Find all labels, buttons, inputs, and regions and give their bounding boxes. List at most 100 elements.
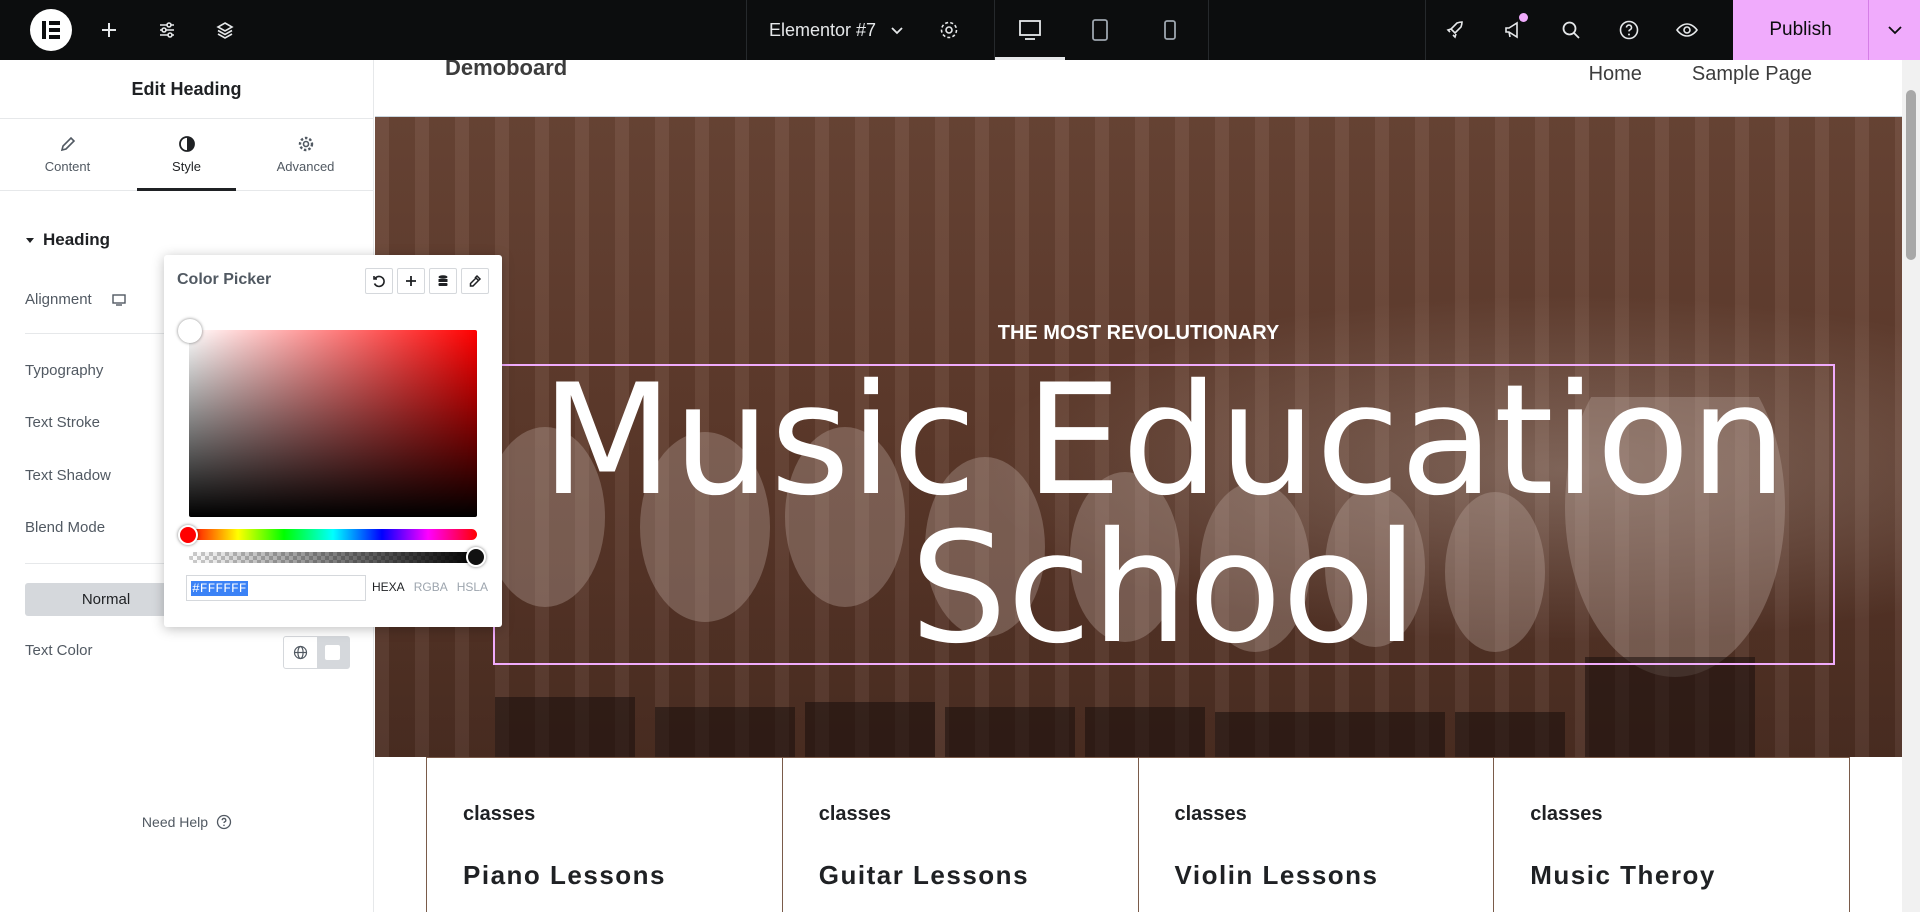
pencil-icon: [60, 136, 75, 152]
database-icon: [438, 275, 448, 286]
card-kicker: classes: [1174, 803, 1247, 825]
sliders-icon: [160, 22, 174, 38]
plus-icon: [102, 23, 116, 37]
tab-content-label: Content: [44, 159, 91, 174]
add-element-button[interactable]: [80, 0, 138, 60]
class-cards: classes Piano Lessons classes Guitar Les…: [426, 757, 1850, 912]
elementor-logo-icon: [42, 21, 60, 39]
canvas-scrollbar[interactable]: [1902, 60, 1920, 912]
saturation-area[interactable]: [189, 330, 477, 517]
tab-style-label: Style: [172, 159, 201, 174]
typography-label[interactable]: Typography: [25, 362, 103, 379]
section-heading-toggle[interactable]: Heading: [25, 230, 110, 250]
panel-tabs: Content Style Advanced: [0, 119, 373, 191]
alpha-handle[interactable]: [466, 547, 486, 567]
editor-topbar: Elementor #7: [0, 0, 1920, 60]
notification-dot: [1519, 13, 1529, 22]
text-color-control: [283, 636, 350, 669]
rocket-icon: [1446, 21, 1463, 39]
tablet-icon: [1092, 19, 1108, 41]
text-color-label: Text Color: [25, 642, 93, 659]
text-stroke-label[interactable]: Text Stroke: [25, 414, 100, 431]
caret-down-icon: [26, 238, 34, 243]
divider: [1208, 0, 1210, 60]
notifications-button[interactable]: [1484, 0, 1542, 60]
help-icon: [1619, 20, 1639, 40]
hero-heading-line-1: Music Education: [541, 352, 1787, 530]
class-card[interactable]: classes Music Theroy: [1493, 757, 1850, 912]
hero-heading[interactable]: Music Education School: [493, 352, 1835, 666]
chevron-down-icon: [891, 27, 903, 35]
document-title-dropdown[interactable]: Elementor #7: [747, 0, 924, 60]
card-kicker: classes: [463, 803, 536, 825]
undo-icon: [373, 275, 385, 288]
nav-link-sample-page[interactable]: Sample Page: [1692, 60, 1812, 88]
preview-button[interactable]: [1658, 0, 1716, 60]
eye-icon: [1676, 23, 1699, 37]
mobile-view-button[interactable]: [1135, 0, 1205, 60]
card-kicker: classes: [818, 803, 892, 825]
need-help-label: Need Help: [141, 814, 209, 830]
hex-color-input[interactable]: #FFFFFF: [186, 575, 366, 601]
search-icon: [1562, 21, 1580, 39]
panel-title: Edit Heading: [0, 60, 373, 119]
format-hexa[interactable]: HEXA: [372, 580, 405, 594]
need-help-link[interactable]: Need Help: [0, 814, 374, 830]
eyedropper-icon: [469, 274, 482, 287]
blend-mode-label: Blend Mode: [25, 519, 106, 536]
class-card[interactable]: classes Guitar Lessons: [781, 757, 1138, 912]
add-global-color-button[interactable]: [397, 268, 425, 294]
nav-link-home[interactable]: Home: [1589, 60, 1642, 88]
preview-canvas: Demoboard Home Sample Page THE MOST REVO…: [375, 60, 1902, 912]
gear-icon: [940, 21, 958, 39]
normal-state-button[interactable]: Normal: [25, 583, 187, 616]
color-swatch: [325, 645, 341, 660]
format-hsla[interactable]: HSLA: [457, 580, 488, 594]
responsive-desktop-icon[interactable]: [112, 293, 126, 306]
alignment-label: Alignment: [25, 291, 92, 308]
eyedropper-button[interactable]: [461, 268, 489, 294]
saturation-handle[interactable]: [178, 319, 202, 343]
card-title: Piano Lessons: [463, 860, 666, 890]
hex-color-value: #FFFFFF: [191, 580, 248, 596]
hue-slider[interactable]: [189, 529, 477, 540]
card-kicker: classes: [1530, 803, 1603, 825]
class-card[interactable]: classes Piano Lessons: [426, 757, 782, 912]
section-heading-label: Heading: [43, 230, 111, 249]
tab-content[interactable]: Content: [8, 119, 127, 190]
publish-options-button[interactable]: [1868, 0, 1920, 60]
tab-advanced-label: Advanced: [276, 159, 335, 174]
card-title: Violin Lessons: [1174, 860, 1379, 890]
desktop-view-button[interactable]: [995, 0, 1066, 60]
hue-handle[interactable]: [178, 525, 198, 545]
hero-eyebrow[interactable]: THE MOST REVOLUTIONARY: [375, 322, 1902, 345]
color-swatch-button[interactable]: [316, 637, 349, 668]
tab-style[interactable]: Style: [127, 119, 246, 191]
site-logo[interactable]: Demoboard: [445, 60, 567, 79]
search-button[interactable]: [1542, 0, 1600, 60]
reset-color-button[interactable]: [365, 268, 393, 294]
page-settings-button[interactable]: [924, 0, 974, 60]
text-shadow-label[interactable]: Text Shadow: [25, 467, 111, 484]
tab-advanced[interactable]: Advanced: [246, 119, 365, 190]
elementor-logo-button[interactable]: [30, 9, 72, 51]
launchpad-button[interactable]: [1426, 0, 1484, 60]
scrollbar-thumb[interactable]: [1906, 90, 1916, 260]
card-title: Music Theroy: [1530, 860, 1716, 890]
publish-button[interactable]: Publish: [1733, 0, 1868, 60]
help-button[interactable]: [1600, 0, 1658, 60]
hero-section[interactable]: THE MOST REVOLUTIONARY Music Education S…: [375, 117, 1902, 757]
format-rgba[interactable]: RGBA: [414, 580, 448, 594]
alpha-slider[interactable]: [189, 552, 477, 563]
manage-global-colors-button[interactable]: [429, 268, 457, 294]
tablet-view-button[interactable]: [1065, 0, 1135, 60]
alignment-control: Alignment: [25, 291, 126, 308]
site-settings-button[interactable]: [138, 0, 196, 60]
class-card[interactable]: classes Violin Lessons: [1137, 757, 1494, 912]
megaphone-icon: [1505, 21, 1518, 39]
card-title: Guitar Lessons: [818, 860, 1030, 890]
color-picker-popover: Color Picker #FFFFFF HEXA RGBA HSLA: [164, 255, 502, 627]
global-colors-button[interactable]: [284, 637, 317, 668]
site-header: Demoboard Home Sample Page: [375, 60, 1902, 117]
structure-button[interactable]: [196, 0, 254, 60]
